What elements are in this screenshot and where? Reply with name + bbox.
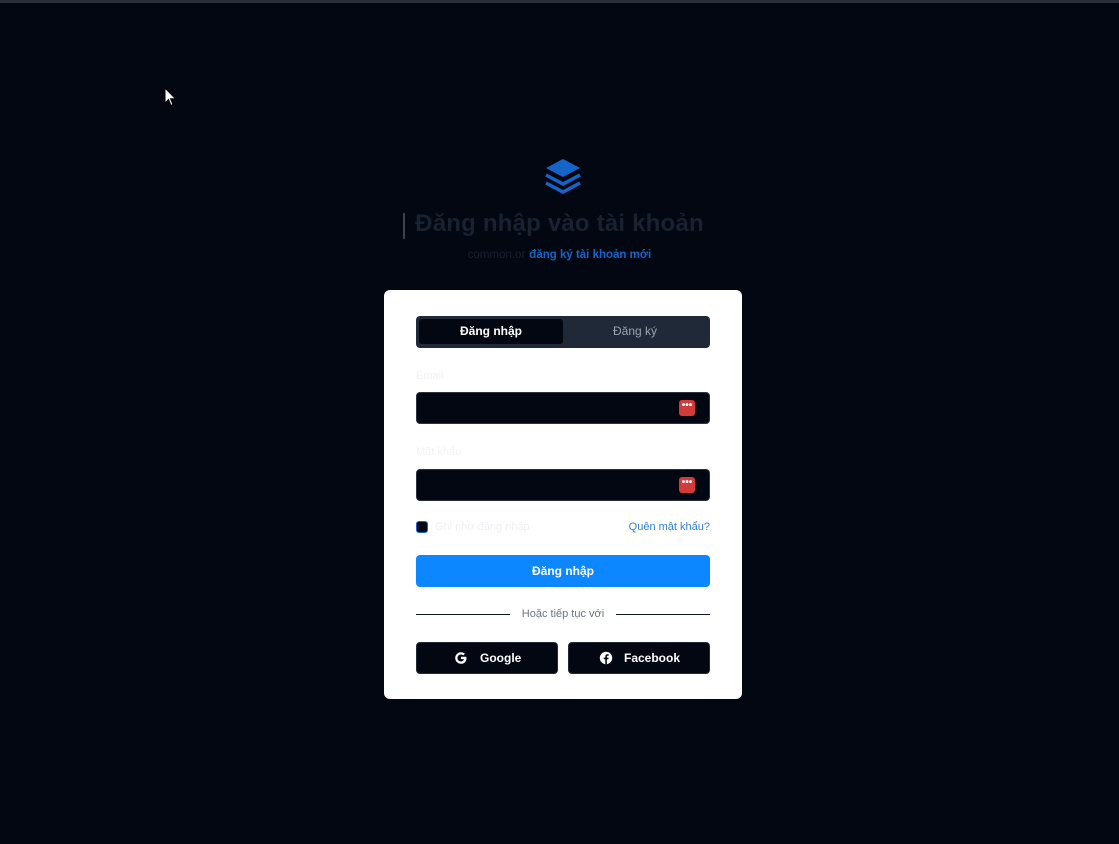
facebook-button-label: Facebook bbox=[624, 651, 681, 665]
layers-icon bbox=[545, 159, 581, 194]
subtitle-prefix: common.or bbox=[467, 249, 526, 261]
login-card: Đăng nhập Đăng ký Email ••• Mật khẩu •••… bbox=[384, 290, 742, 699]
facebook-icon bbox=[599, 651, 613, 665]
page-title: Đăng nhập vào tài khoản bbox=[415, 210, 704, 237]
tab-login[interactable]: Đăng nhập bbox=[419, 319, 563, 344]
window-top-border bbox=[0, 0, 1119, 3]
email-label: Email bbox=[416, 370, 444, 382]
register-link[interactable]: đăng ký tài khoản mới bbox=[529, 249, 651, 261]
google-button-label: Google bbox=[480, 651, 522, 665]
mouse-cursor-icon bbox=[164, 87, 177, 107]
tab-register[interactable]: Đăng ký bbox=[563, 319, 707, 344]
google-login-button[interactable]: Google bbox=[416, 642, 558, 674]
facebook-login-button[interactable]: Facebook bbox=[568, 642, 710, 674]
google-icon bbox=[455, 652, 467, 664]
ellipsis-icon[interactable]: ••• bbox=[679, 400, 695, 416]
password-label: Mật khẩu bbox=[416, 446, 462, 458]
password-field[interactable] bbox=[416, 469, 710, 501]
login-button[interactable]: Đăng nhập bbox=[416, 555, 710, 587]
forgot-password-link[interactable]: Quên mật khẩu? bbox=[629, 521, 710, 533]
auth-tabs: Đăng nhập Đăng ký bbox=[416, 316, 710, 348]
remember-checkbox[interactable] bbox=[416, 521, 428, 533]
ellipsis-icon[interactable]: ••• bbox=[679, 477, 695, 493]
remember-label: Ghi nhớ đăng nhập bbox=[435, 521, 530, 533]
divider-line-right bbox=[616, 614, 710, 615]
divider: Hoặc tiếp tục với bbox=[416, 608, 710, 622]
email-field[interactable] bbox=[416, 392, 710, 424]
login-page: Đăng nhập vào tài khoản common.or đăng ký… bbox=[0, 0, 1119, 844]
page-subtitle: common.or đăng ký tài khoản mới bbox=[0, 249, 1119, 261]
